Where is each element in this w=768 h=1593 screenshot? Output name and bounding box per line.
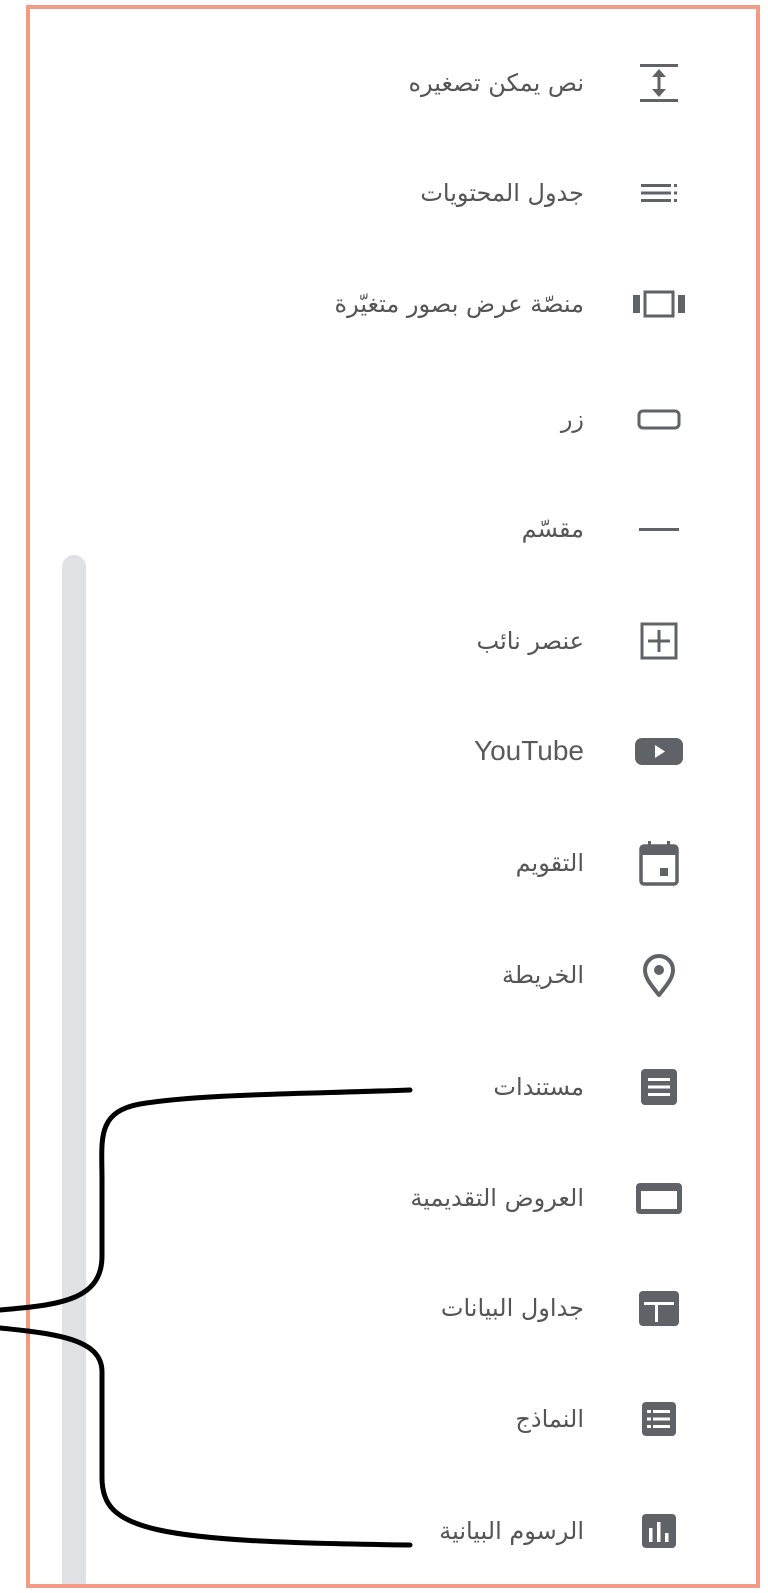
bracket-annotation bbox=[0, 1087, 413, 1548]
